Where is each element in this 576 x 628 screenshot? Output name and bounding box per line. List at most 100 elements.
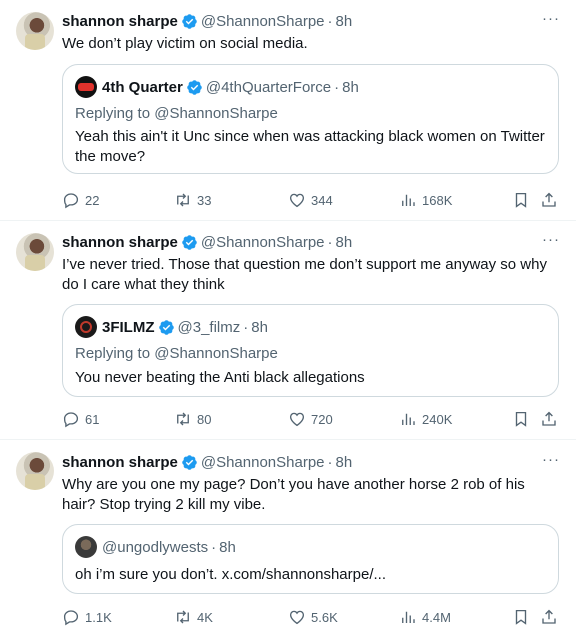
verified-badge-icon	[182, 454, 197, 470]
quote-avatar[interactable]	[75, 76, 97, 98]
verified-badge-icon	[182, 234, 197, 250]
separator-dot: ·	[327, 453, 333, 471]
separator-dot: ·	[327, 233, 333, 251]
action-bar: 22 33 344 168K	[62, 190, 560, 210]
quote-timestamp: 8h	[219, 538, 236, 556]
reply-icon	[63, 193, 79, 209]
timestamp[interactable]: 8h	[336, 13, 353, 30]
reply-button[interactable]: 1.1K	[62, 607, 112, 627]
bookmark-button[interactable]	[512, 607, 535, 627]
author-name[interactable]: shannon sharpe	[62, 454, 178, 471]
views-button[interactable]: 240K	[399, 409, 452, 429]
more-icon[interactable]: ···	[542, 231, 560, 248]
author-handle[interactable]: @ShannonSharpe	[201, 234, 325, 251]
quote-header: @ungodlywests · 8h	[75, 536, 236, 558]
tweet-text: Why are you one my page? Don’t you have …	[62, 476, 525, 513]
tweet[interactable]: shannon sharpe @ShannonSharpe · 8h ··· W…	[0, 0, 576, 221]
quote-author-handle[interactable]: @ungodlywests	[102, 539, 208, 556]
author-name[interactable]: shannon sharpe	[62, 234, 178, 251]
more-icon[interactable]: ···	[542, 10, 560, 27]
author-handle[interactable]: @ShannonSharpe	[201, 13, 325, 30]
tweet-text: We don’t play victim on social media.	[62, 35, 308, 52]
more-icon[interactable]: ···	[542, 451, 560, 468]
action-bar: 1.1K 4K 5.6K 4.4M	[62, 607, 560, 627]
quoted-tweet[interactable]: 3FILMZ @3_filmz · 8h Replying to @Shanno…	[62, 304, 559, 397]
share-icon	[542, 411, 556, 426]
like-button[interactable]: 720	[288, 409, 333, 429]
views-icon	[402, 611, 415, 623]
quote-author-name[interactable]: 4th Quarter	[102, 79, 183, 96]
like-icon	[289, 610, 305, 625]
share-button[interactable]	[540, 190, 563, 210]
quoted-tweet[interactable]: 4th Quarter @4thQuarterForce · 8h Replyi…	[62, 64, 559, 174]
quote-text: oh i’m sure you don’t. x.com/shannonshar…	[75, 566, 387, 583]
tweet-header: shannon sharpe @ShannonSharpe · 8h	[62, 231, 352, 253]
bookmark-button[interactable]	[512, 409, 535, 429]
separator-dot: ·	[327, 12, 333, 30]
retweet-count: 4K	[197, 609, 213, 625]
share-icon	[542, 609, 556, 624]
reply-icon	[63, 412, 79, 428]
bookmark-icon	[515, 609, 527, 625]
reply-icon	[63, 610, 79, 626]
tweet-header: shannon sharpe @ShannonSharpe · 8h	[62, 451, 352, 473]
separator-dot: ·	[243, 318, 249, 336]
like-count: 344	[311, 192, 333, 208]
replying-to: Replying to @ShannonSharpe	[75, 105, 278, 122]
retweet-icon	[177, 412, 189, 426]
timestamp[interactable]: 8h	[336, 454, 353, 471]
retweet-count: 80	[197, 411, 212, 427]
reply-count: 1.1K	[85, 609, 112, 625]
quote-header: 3FILMZ @3_filmz · 8h	[75, 316, 268, 338]
quote-header: 4th Quarter @4thQuarterForce · 8h	[75, 76, 359, 98]
separator-dot: ·	[211, 538, 217, 556]
tweet[interactable]: shannon sharpe @ShannonSharpe · 8h ··· W…	[0, 440, 576, 628]
tweet[interactable]: shannon sharpe @ShannonSharpe · 8h ··· I…	[0, 221, 576, 440]
share-button[interactable]	[540, 607, 563, 627]
reply-count: 61	[85, 411, 100, 427]
quote-author-handle[interactable]: @3_filmz	[178, 319, 241, 336]
retweet-button[interactable]: 33	[174, 190, 211, 210]
retweet-icon	[177, 610, 189, 624]
share-icon	[542, 192, 556, 207]
quote-author-handle[interactable]: @4thQuarterForce	[206, 79, 331, 96]
avatar[interactable]	[16, 452, 54, 490]
retweet-button[interactable]: 80	[174, 409, 211, 429]
views-icon	[402, 194, 415, 206]
views-count: 4.4M	[422, 609, 451, 625]
share-button[interactable]	[540, 409, 563, 429]
reply-button[interactable]: 22	[62, 190, 99, 210]
author-name[interactable]: shannon sharpe	[62, 13, 178, 30]
retweet-count: 33	[197, 192, 212, 208]
reply-count: 22	[85, 192, 100, 208]
bookmark-button[interactable]	[512, 190, 535, 210]
retweet-icon	[177, 193, 189, 207]
tweet-text: I’ve never tried. Those that question me…	[62, 256, 547, 293]
like-button[interactable]: 5.6K	[288, 607, 338, 627]
like-count: 5.6K	[311, 609, 338, 625]
like-icon	[289, 412, 305, 427]
timestamp[interactable]: 8h	[336, 234, 353, 251]
author-handle[interactable]: @ShannonSharpe	[201, 454, 325, 471]
avatar[interactable]	[16, 233, 54, 271]
like-button[interactable]: 344	[288, 190, 333, 210]
avatar[interactable]	[16, 12, 54, 50]
quote-timestamp: 8h	[251, 318, 268, 336]
quote-avatar[interactable]	[75, 316, 97, 338]
quoted-tweet[interactable]: @ungodlywests · 8h oh i’m sure you don’t…	[62, 524, 559, 594]
separator-dot: ·	[334, 78, 340, 96]
verified-badge-icon	[158, 319, 174, 335]
reply-button[interactable]: 61	[62, 409, 99, 429]
views-button[interactable]: 4.4M	[399, 607, 451, 627]
quote-text: You never beating the Anti black allegat…	[75, 369, 365, 386]
like-count: 720	[311, 411, 333, 427]
like-icon	[289, 193, 305, 208]
replying-to: Replying to @ShannonSharpe	[75, 345, 278, 362]
verified-badge-icon	[182, 13, 197, 29]
quote-timestamp: 8h	[342, 78, 359, 96]
views-button[interactable]: 168K	[399, 190, 452, 210]
retweet-button[interactable]: 4K	[174, 607, 213, 627]
quote-avatar[interactable]	[75, 536, 97, 558]
quote-author-name[interactable]: 3FILMZ	[102, 319, 155, 336]
views-icon	[402, 413, 415, 425]
